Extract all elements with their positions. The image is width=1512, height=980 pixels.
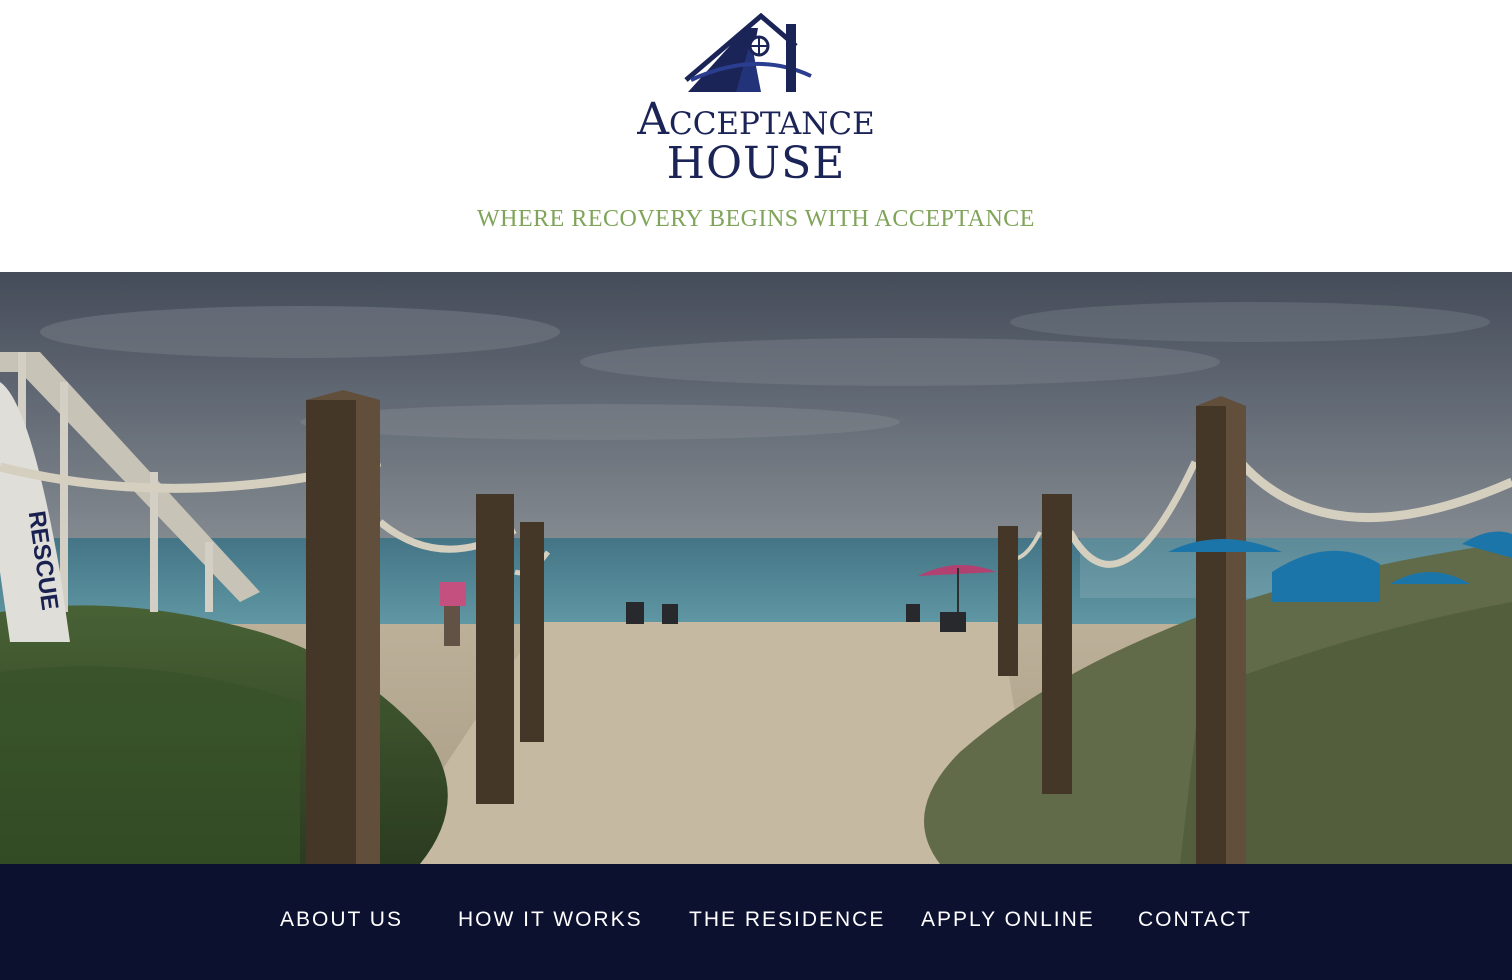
main-navigation: ABOUT US HOW IT WORKS THE RESIDENCE APPL… xyxy=(0,864,1512,980)
house-logo-icon xyxy=(684,12,812,92)
site-header: Acceptance HOUSE WHERE RECOVERY BEGINS W… xyxy=(0,0,1512,272)
hero-image-beach-path: RESCUE xyxy=(0,272,1512,864)
logo-wordmark-line2: HOUSE xyxy=(666,138,846,189)
nav-apply-online[interactable]: APPLY ONLINE xyxy=(921,908,1095,932)
site-tagline: WHERE RECOVERY BEGINS WITH ACCEPTANCE xyxy=(477,206,1035,232)
nav-the-residence[interactable]: THE RESIDENCE xyxy=(689,908,885,932)
nav-about-us[interactable]: ABOUT US xyxy=(280,908,403,932)
nav-contact[interactable]: CONTACT xyxy=(1138,908,1252,932)
site-logo[interactable]: Acceptance HOUSE xyxy=(596,10,916,189)
nav-how-it-works[interactable]: HOW IT WORKS xyxy=(458,908,643,932)
